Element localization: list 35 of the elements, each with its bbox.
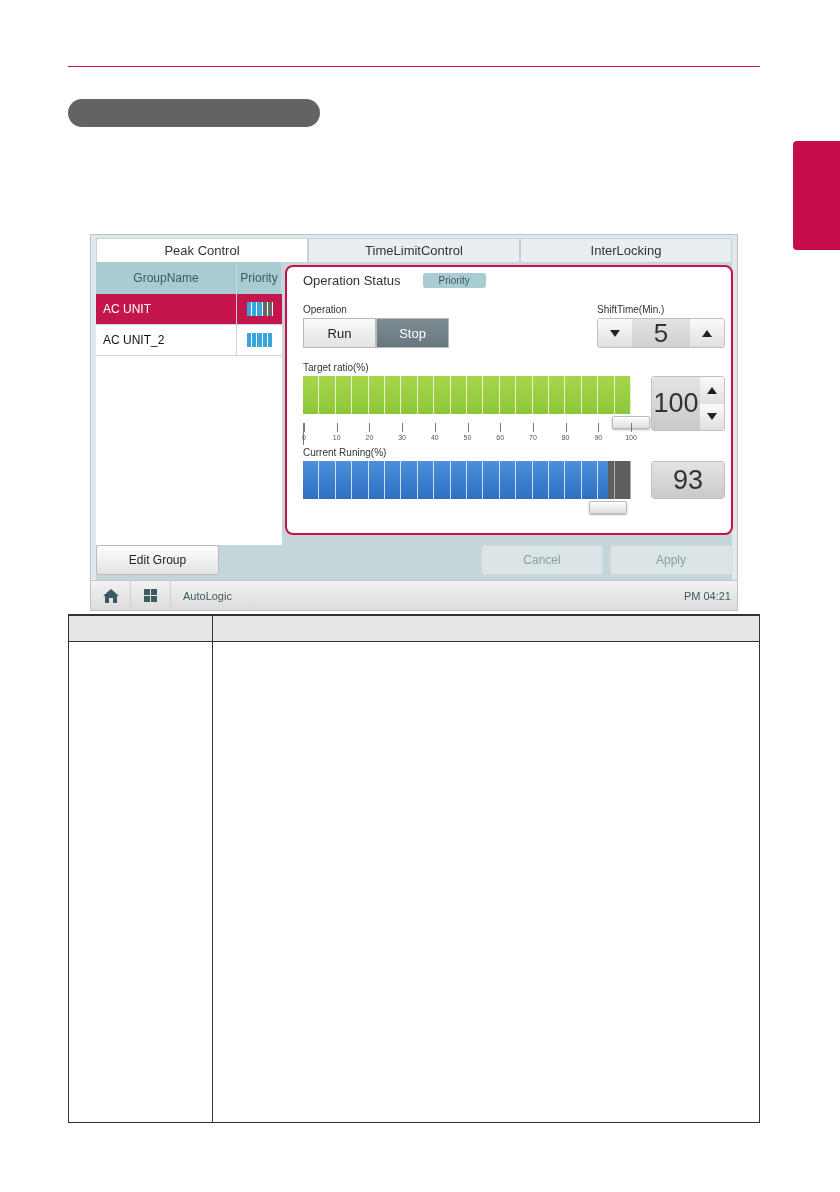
slider-handle[interactable]: [612, 416, 650, 429]
group-name: AC UNIT_2: [96, 325, 237, 355]
group-row[interactable]: AC UNIT_2: [96, 325, 282, 356]
field-label: Current Runing(%): [303, 447, 388, 458]
field-label: Target ratio(%): [303, 362, 370, 373]
decrease-button[interactable]: [700, 403, 724, 430]
operation-toggle[interactable]: Stop: [376, 318, 449, 348]
grid-icon: [144, 589, 157, 602]
down-arrow-icon: [610, 329, 620, 337]
up-arrow-icon: [702, 329, 712, 337]
increase-button[interactable]: [700, 377, 724, 404]
target-ratio-stepper[interactable]: 100: [651, 376, 725, 431]
group-name: AC UNIT: [96, 294, 237, 324]
tab[interactable]: Peak Control: [96, 238, 308, 262]
shift-time-stepper[interactable]: 5: [597, 318, 725, 348]
app-name: AutoLogic: [183, 589, 233, 602]
shift-time-value: 5: [632, 319, 690, 347]
operation-toggle[interactable]: Run: [303, 318, 376, 348]
panel-title: Operation Status: [303, 273, 401, 288]
clock-time: PM 04:21: [683, 589, 731, 602]
decrease-button[interactable]: [598, 319, 632, 347]
slider-handle[interactable]: [589, 501, 628, 514]
edit-group-button[interactable]: Edit Group: [96, 545, 219, 575]
increase-button[interactable]: [690, 319, 724, 347]
tab[interactable]: InterLocking: [520, 238, 732, 262]
up-arrow-icon: [707, 386, 717, 394]
target-ratio-value: 100: [652, 377, 700, 430]
home-icon: [102, 588, 119, 603]
field-label: ShiftTime(Min.): [597, 304, 666, 315]
priority-badge: Priority: [422, 273, 486, 288]
down-arrow-icon: [707, 413, 717, 421]
group-row[interactable]: AC UNIT: [96, 294, 282, 325]
field-label: Operation: [303, 304, 348, 315]
tab[interactable]: TimeLimitControl: [308, 238, 520, 262]
current-running-value: 93: [652, 462, 724, 498]
